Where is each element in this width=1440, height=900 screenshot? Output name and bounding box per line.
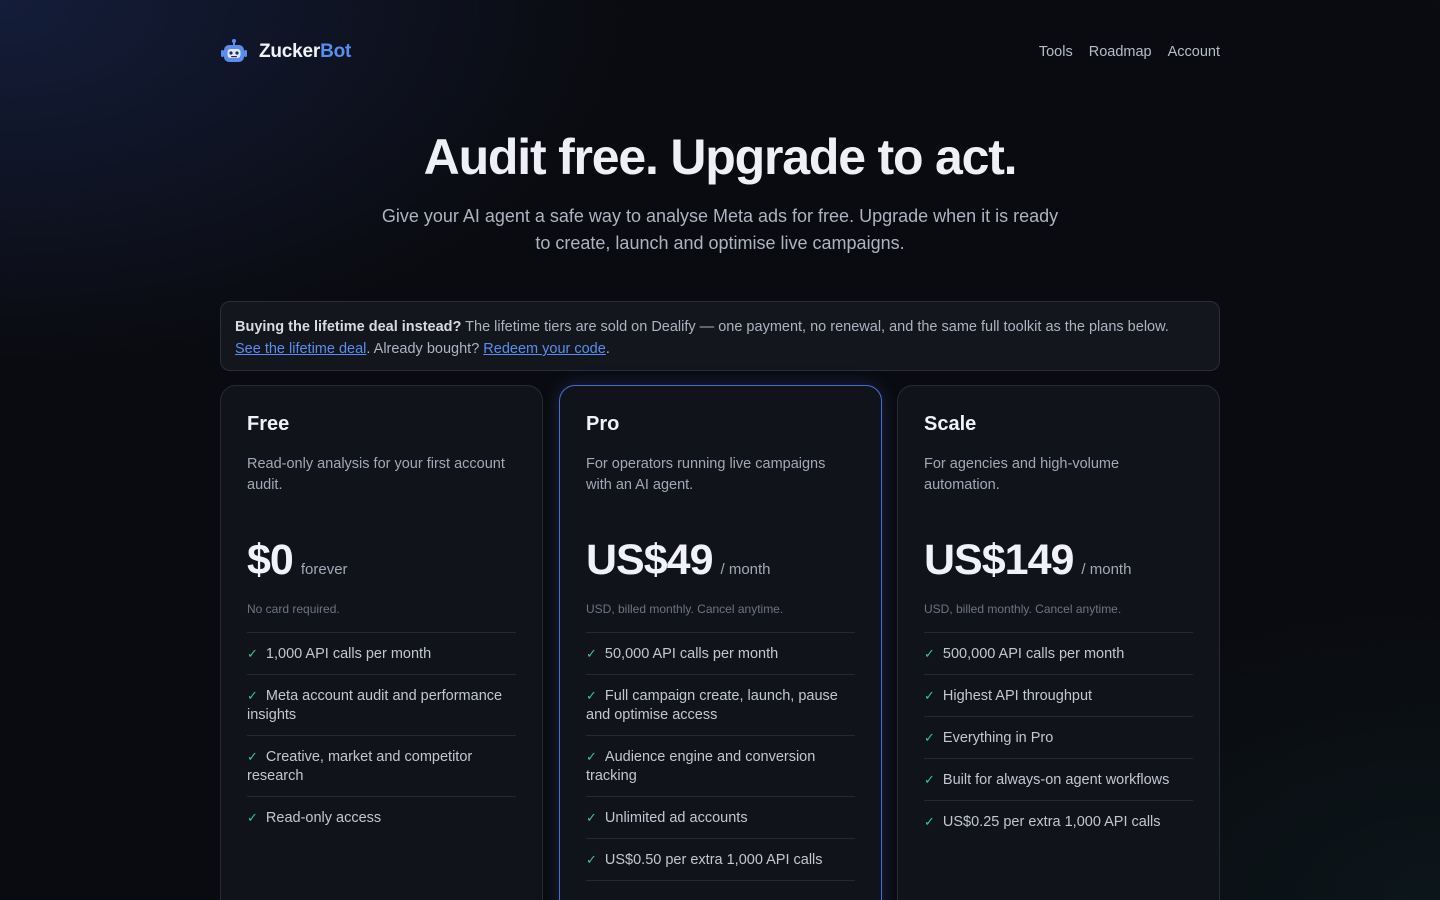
plan-period: / month: [1081, 561, 1132, 578]
plan-price: US$149: [924, 536, 1074, 584]
lifetime-deal-notice: Buying the lifetime deal instead? The li…: [220, 301, 1220, 371]
check-icon: ✓: [586, 852, 597, 867]
plan-description: For operators running live campaigns wit…: [586, 456, 826, 493]
top-nav: ZuckerBot Tools Roadmap Account: [220, 34, 1220, 70]
plan-note: USD, billed monthly. Cancel anytime.: [586, 602, 784, 616]
plan-description: Read-only analysis for your first accoun…: [247, 456, 505, 493]
feature-list: ✓ 500,000 API calls per month ✓ Highest AP…: [924, 632, 1193, 842]
feature-list: ✓ 1,000 API calls per month ✓ Meta account…: [247, 632, 516, 838]
plan-note: No card required.: [247, 602, 340, 616]
feature-item: ✓ 1,000 API calls per month: [247, 633, 516, 675]
plan-price-row: US$149 / month: [924, 536, 1193, 590]
plan-name: Free: [247, 413, 290, 435]
notice-end-text: .: [605, 341, 610, 357]
feature-item: ✓ Everything in Pro: [924, 717, 1193, 759]
feature-text: Read-only access: [265, 810, 382, 826]
notice-text: The lifetime tiers are sold on Dealify —…: [461, 319, 1169, 335]
redeem-code-link[interactable]: Redeem your code: [483, 341, 606, 357]
feature-text: Full campaign create, launch, pause and …: [586, 688, 838, 723]
feature-text: US$0.50 per extra 1,000 API calls: [604, 852, 823, 868]
feature-text: Creative, market and competitor research: [247, 749, 473, 784]
brand-logo[interactable]: ZuckerBot: [220, 38, 351, 66]
check-icon: ✓: [924, 814, 935, 829]
feature-text: Everything in Pro: [942, 730, 1054, 746]
feature-item: ✓ 500,000 API calls per month: [924, 633, 1193, 675]
plan-note: USD, billed monthly. Cancel anytime.: [924, 602, 1122, 616]
feature-list: ✓ 50,000 API calls per month ✓ Full campai…: [586, 632, 855, 881]
feature-item: ✓ Creative, market and competitor researc…: [247, 736, 516, 797]
page-subtitle: Give your AI agent a safe way to analyse…: [381, 206, 1059, 253]
feature-text: Built for always-on agent workflows: [942, 772, 1170, 788]
check-icon: ✓: [247, 646, 258, 661]
feature-text: Meta account audit and performance insig…: [247, 688, 503, 723]
feature-item: ✓ Audience engine and conversion tracking: [586, 736, 855, 797]
see-lifetime-deal-link[interactable]: See the lifetime deal: [235, 341, 366, 357]
plan-name: Scale: [924, 413, 977, 435]
plan-price: $0: [247, 536, 294, 584]
feature-text: Highest API throughput: [942, 688, 1093, 704]
check-icon: ✓: [924, 730, 935, 745]
plan-card-scale: Scale For agencies and high-volume autom…: [897, 385, 1220, 900]
check-icon: ✓: [247, 749, 258, 764]
brand-name: ZuckerBot: [259, 41, 351, 63]
feature-text: 500,000 API calls per month: [942, 646, 1125, 662]
plan-period: forever: [300, 561, 348, 578]
check-icon: ✓: [586, 749, 597, 764]
feature-item: ✓ Built for always-on agent workflows: [924, 759, 1193, 801]
plan-card-pro: Pro For operators running live campaigns…: [559, 385, 882, 900]
nav-link-tools[interactable]: Tools: [1039, 44, 1073, 60]
feature-item: ✓ US$0.25 per extra 1,000 API calls: [924, 801, 1193, 842]
plan-price-row: $0 forever: [247, 536, 516, 590]
feature-text: 50,000 API calls per month: [604, 646, 779, 662]
notice-mid-text: . Already bought?: [366, 341, 484, 357]
feature-item: ✓ Highest API throughput: [924, 675, 1193, 717]
feature-item: ✓ 50,000 API calls per month: [586, 633, 855, 675]
feature-item: ✓ Meta account audit and performance insi…: [247, 675, 516, 736]
feature-item: ✓ Full campaign create, launch, pause and…: [586, 675, 855, 736]
nav-links: Tools Roadmap Account: [1039, 44, 1220, 60]
feature-text: Audience engine and conversion tracking: [586, 749, 816, 784]
feature-text: 1,000 API calls per month: [265, 646, 432, 662]
plan-price-row: US$49 / month: [586, 536, 855, 590]
check-icon: ✓: [247, 810, 258, 825]
feature-item: ✓ Read-only access: [247, 797, 516, 838]
page-title: Audit free. Upgrade to act.: [423, 129, 1018, 185]
brand-name-part2: Bot: [320, 41, 352, 62]
robot-icon: [221, 39, 247, 62]
plan-period: / month: [720, 561, 771, 578]
feature-item: ✓ Unlimited ad accounts: [586, 797, 855, 839]
plan-description: For agencies and high-volume automation.: [924, 456, 1120, 493]
check-icon: ✓: [924, 646, 935, 661]
plan-name: Pro: [586, 413, 620, 435]
notice-heading: Buying the lifetime deal instead?: [235, 319, 462, 335]
nav-link-roadmap[interactable]: Roadmap: [1089, 44, 1152, 60]
check-icon: ✓: [586, 646, 597, 661]
feature-item: ✓ US$0.50 per extra 1,000 API calls: [586, 839, 855, 881]
nav-link-account[interactable]: Account: [1168, 44, 1220, 60]
check-icon: ✓: [586, 810, 597, 825]
plan-card-free: Free Read-only analysis for your first a…: [220, 385, 543, 900]
check-icon: ✓: [924, 772, 935, 787]
plan-price: US$49: [586, 536, 713, 584]
feature-text: Unlimited ad accounts: [604, 810, 748, 826]
check-icon: ✓: [247, 688, 258, 703]
check-icon: ✓: [924, 688, 935, 703]
brand-name-part1: Zucker: [259, 41, 321, 62]
feature-text: US$0.25 per extra 1,000 API calls: [942, 814, 1161, 830]
check-icon: ✓: [586, 688, 597, 703]
